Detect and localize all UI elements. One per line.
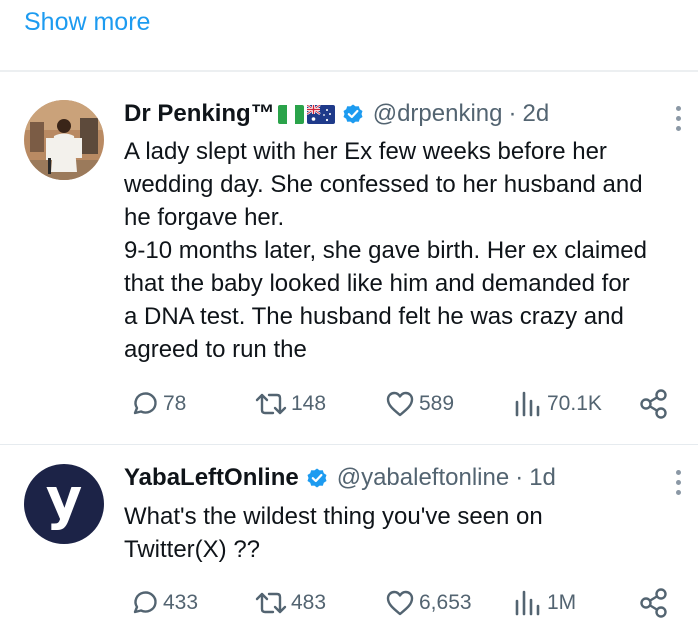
share-button[interactable] xyxy=(638,587,670,619)
tweet-text-line: he forgave her. xyxy=(124,204,285,231)
tweet-text: What's the wildest thing you've seen on … xyxy=(124,500,690,566)
tweet-text-line: wedding day. She confessed to her husban… xyxy=(124,171,643,198)
show-more-link[interactable]: Show more xyxy=(24,8,150,37)
avatar[interactable]: y xyxy=(24,464,104,544)
share-button[interactable] xyxy=(638,388,670,420)
views-button[interactable]: 70.1K xyxy=(512,388,602,420)
views-icon xyxy=(515,391,540,417)
separator-dot: · xyxy=(515,464,524,491)
reply-icon xyxy=(133,392,157,415)
reply-count: 433 xyxy=(163,591,199,614)
tweet-text-line: 9-10 months later, she gave birth. Her e… xyxy=(124,237,647,264)
separator-dot: · xyxy=(508,100,517,127)
share-icon xyxy=(640,588,667,618)
avatar-letter: y xyxy=(45,467,83,532)
reply-button[interactable]: 433 xyxy=(128,587,198,619)
repost-count: 483 xyxy=(291,591,327,614)
nigeria-flag-icon xyxy=(277,104,304,124)
australia-flag-icon xyxy=(306,104,335,124)
share-icon xyxy=(640,389,667,419)
timestamp[interactable]: 1d xyxy=(529,464,556,492)
repost-icon xyxy=(255,393,287,415)
tweet-text-line: A lady slept with her Ex few weeks befor… xyxy=(124,138,607,165)
reply-count: 78 xyxy=(163,392,187,415)
handle[interactable]: @yabaleftonline xyxy=(337,464,509,492)
tweet-actions: 433 483 6,653 1M xyxy=(124,587,676,621)
tweet-header: Dr Penking™ @drpenking · 2d xyxy=(124,100,549,128)
verified-badge-icon xyxy=(341,102,365,126)
repost-count: 148 xyxy=(291,392,327,415)
heart-icon xyxy=(386,391,414,417)
tweet-text-line: a DNA test. The husband felt he was craz… xyxy=(124,303,624,330)
avatar[interactable] xyxy=(24,100,104,180)
reply-button[interactable]: 78 xyxy=(128,388,186,420)
repost-button[interactable]: 148 xyxy=(254,388,326,420)
views-count: 70.1K xyxy=(547,392,602,415)
display-name[interactable]: Dr Penking™ xyxy=(124,100,275,128)
flags xyxy=(277,104,335,124)
timestamp[interactable]: 2d xyxy=(522,100,549,128)
tweet-text-line: that the baby looked like him and demand… xyxy=(124,270,630,297)
divider xyxy=(0,70,698,72)
reply-icon xyxy=(133,591,157,614)
like-button[interactable]: 6,653 xyxy=(384,587,472,619)
views-icon xyxy=(515,590,540,616)
like-count: 6,653 xyxy=(419,591,472,614)
tweet-text: A lady slept with her Ex few weeks befor… xyxy=(124,135,690,366)
repost-button[interactable]: 483 xyxy=(254,587,326,619)
like-button[interactable]: 589 xyxy=(384,388,454,420)
tweet-actions: 78 148 589 70.1K xyxy=(124,388,676,422)
more-options-icon[interactable] xyxy=(676,106,682,131)
verified-badge-icon xyxy=(305,466,329,490)
repost-icon xyxy=(255,592,287,614)
views-button[interactable]: 1M xyxy=(512,587,576,619)
like-count: 589 xyxy=(419,392,455,415)
divider xyxy=(0,444,698,445)
handle[interactable]: @drpenking xyxy=(373,100,503,128)
tweet-text-line: agreed to run the xyxy=(124,336,307,363)
tweet-text-line: What's the wildest thing you've seen on xyxy=(124,503,543,530)
tweet-text-line: Twitter(X) ?? xyxy=(124,536,261,563)
more-options-icon[interactable] xyxy=(676,470,682,495)
tweet-header: YabaLeftOnline @yabaleftonline · 1d xyxy=(124,464,556,492)
avatar-photo xyxy=(24,100,104,180)
display-name[interactable]: YabaLeftOnline xyxy=(124,464,299,492)
heart-icon xyxy=(386,590,414,616)
views-count: 1M xyxy=(547,591,577,614)
